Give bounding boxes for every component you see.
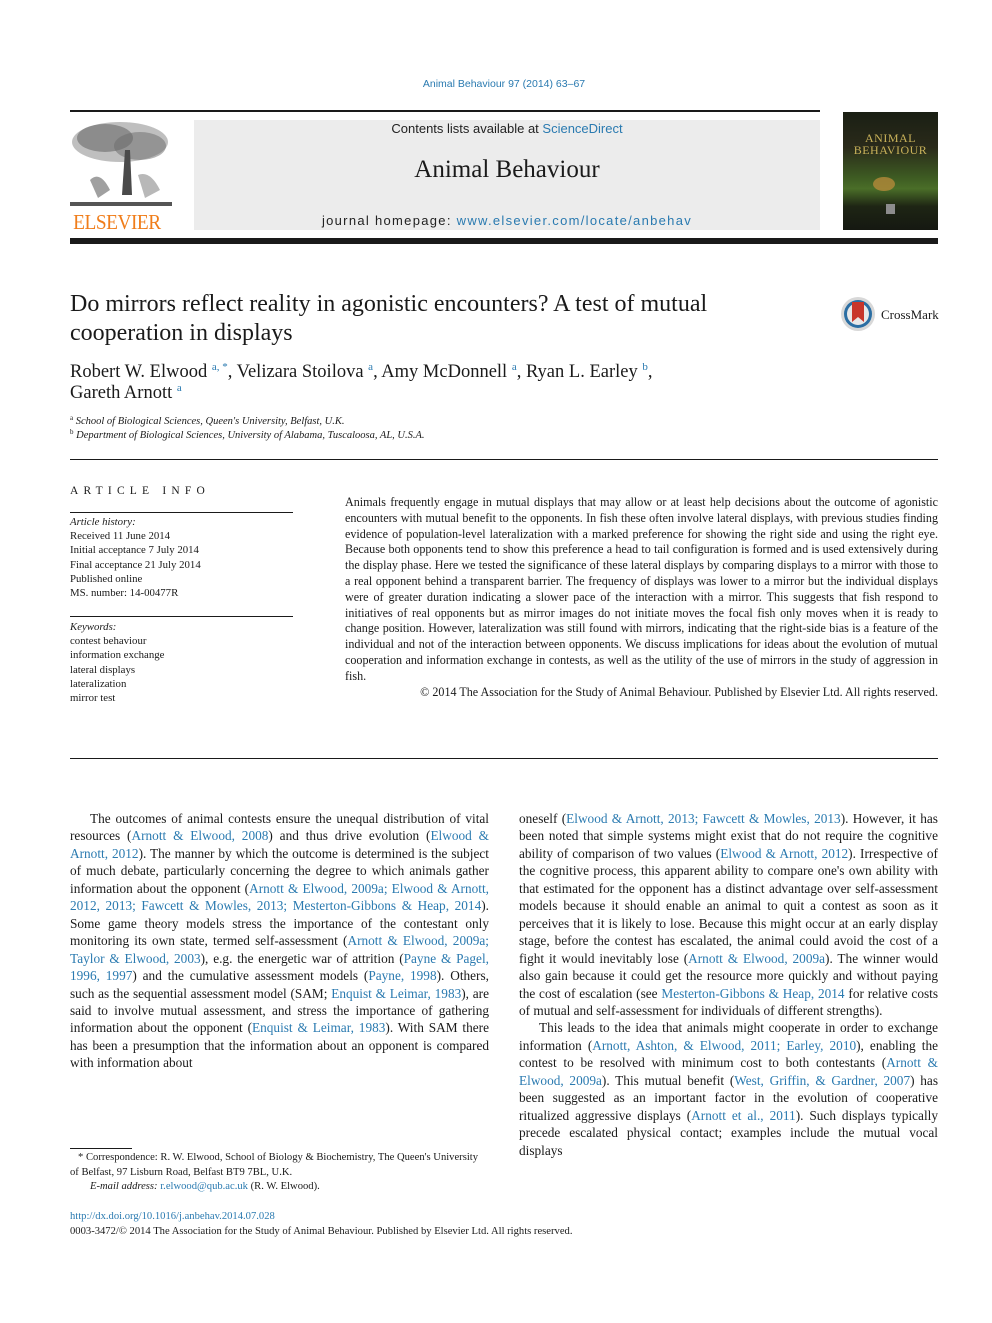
body-column-left: The outcomes of animal contests ensure t… [70, 810, 489, 1072]
crossmark-label: CrossMark [881, 307, 939, 322]
crossmark-button[interactable]: CrossMark [840, 296, 950, 336]
author[interactable]: Robert W. Elwood a, * [70, 361, 228, 383]
journal-citation-link[interactable]: Animal Behaviour 97 (2014) 63–67 [0, 78, 992, 90]
keyword: contest behaviour [70, 635, 147, 648]
keyword: mirror test [70, 692, 116, 705]
keyword: lateral displays [70, 663, 136, 676]
body-paragraph: This leads to the idea that animals migh… [519, 1020, 938, 1158]
body-paragraph: The outcomes of animal contests ensure t… [70, 811, 489, 1071]
citation-link[interactable]: Arnott & Elwood, 2009a; Elwood & Arnott,… [70, 881, 489, 913]
masthead-top-rule [70, 110, 820, 112]
article-title: Do mirrors reflect reality in agonistic … [70, 291, 708, 346]
author-affiliation-marker[interactable]: a [368, 361, 373, 373]
citation-link[interactable]: Arnott, Ashton, & Elwood, 2011; Earley, … [592, 1038, 856, 1053]
affiliation: a School of Biological Sciences, Queen's… [70, 414, 345, 428]
history-item: Published online [70, 572, 143, 585]
footnote-marker: * [78, 1152, 84, 1163]
author-affiliation-marker[interactable]: a [177, 382, 182, 394]
citation-link[interactable]: Arnott et al., 2011 [691, 1108, 796, 1123]
history-item: MS. number: 14-00477R [70, 587, 179, 600]
article-history: Article history: Received 11 June 2014 I… [70, 515, 300, 600]
abstract-text: Animals frequently engage in mutual disp… [345, 495, 938, 683]
journal-homepage: journal homepage: www.elsevier.com/locat… [194, 213, 820, 228]
body-column-right: oneself (Elwood & Arnott, 2013; Fawcett … [519, 810, 938, 1159]
masthead-bottom-rule [70, 238, 938, 244]
author-affiliation-marker[interactable]: a, * [212, 361, 228, 373]
cover-publisher-badge [886, 204, 895, 214]
affiliations: a School of Biological Sciences, Queen's… [70, 415, 770, 443]
citation-link[interactable]: Enquist & Leimar, 1983 [331, 986, 461, 1001]
history-item: Final acceptance 21 July 2014 [70, 558, 201, 571]
elsevier-logo[interactable]: ELSEVIER [70, 120, 172, 234]
section-divider [70, 459, 938, 460]
history-label: Article history: [70, 516, 136, 528]
keyword: lateralization [70, 677, 127, 690]
author[interactable]: Ryan L. Earley b [526, 361, 648, 383]
keyword: information exchange [70, 649, 165, 662]
elsevier-wordmark: ELSEVIER [73, 210, 161, 234]
citation-link[interactable]: Arnott & Elwood, 2008 [132, 828, 269, 843]
footnote-rule [70, 1148, 132, 1149]
elsevier-tree-icon [70, 120, 172, 208]
issn-copyright: 0003-3472/© 2014 The Association for the… [70, 1226, 573, 1237]
abstract: Animals frequently engage in mutual disp… [345, 495, 938, 700]
contents-prefix: Contents lists available at [391, 121, 543, 136]
citation-link[interactable]: West, Griffin, & Gardner, 2007 [734, 1073, 910, 1088]
cover-title: ANIMAL BEHAVIOUR [853, 131, 928, 157]
sciencedirect-link[interactable]: ScienceDirect [542, 121, 622, 136]
contents-availability: Contents lists available at ScienceDirec… [194, 121, 820, 136]
citation-link[interactable]: Arnott & Elwood, 2009a [688, 951, 825, 966]
author[interactable]: Gareth Arnott a [70, 382, 182, 404]
homepage-prefix: journal homepage: [321, 213, 457, 228]
article-info-divider [70, 512, 293, 513]
doi-link[interactable]: http://dx.doi.org/10.1016/j.anbehav.2014… [70, 1211, 275, 1222]
journal-title: Animal Behaviour [414, 156, 600, 183]
keywords-label: Keywords: [70, 621, 117, 633]
journal-homepage-link[interactable]: www.elsevier.com/locate/anbehav [457, 213, 692, 228]
cover-artwork [873, 177, 895, 191]
citation-link[interactable]: Elwood & Arnott, 2012 [720, 846, 848, 861]
citation-link[interactable]: Mesterton-Gibbons & Heap, 2014 [661, 986, 844, 1001]
email-link[interactable]: r.elwood@qub.ac.uk [160, 1181, 248, 1192]
email-owner: (R. W. Elwood). [247, 1181, 320, 1193]
correspondence-footnote: * Correspondence: R. W. Elwood, School o… [70, 1151, 489, 1195]
citation-link[interactable]: Payne, 1998 [368, 968, 436, 983]
citation-link[interactable]: Enquist & Leimar, 1983 [252, 1020, 385, 1035]
citation-link[interactable]: Elwood & Arnott, 2013; Fawcett & Mowles,… [566, 811, 841, 826]
email-label: E-mail address: [90, 1181, 158, 1193]
author-affiliation-marker[interactable]: b [642, 361, 648, 373]
correspondence-text: Correspondence: R. W. Elwood, School of … [70, 1152, 479, 1178]
journal-cover-image[interactable]: ANIMAL BEHAVIOUR [843, 112, 938, 230]
author-list: Robert W. Elwood a, *, Velizara Stoilova… [70, 361, 653, 404]
crossmark-icon [841, 297, 875, 331]
section-divider [70, 758, 938, 759]
article-info-divider [70, 616, 293, 617]
history-item: Received 11 June 2014 [70, 530, 171, 543]
article-info-heading: ARTICLE INFO [70, 485, 210, 497]
author-affiliation-marker[interactable]: a [512, 361, 517, 373]
abstract-copyright: © 2014 The Association for the Study of … [420, 684, 938, 699]
history-item: Initial acceptance 7 July 2014 [70, 544, 199, 557]
author[interactable]: Velizara Stoilova a [237, 361, 373, 383]
keywords: Keywords: contest behaviour information … [70, 620, 300, 705]
affiliation: b Department of Biological Sciences, Uni… [70, 428, 425, 442]
author[interactable]: Amy McDonnell a [381, 361, 517, 383]
body-paragraph: oneself (Elwood & Arnott, 2013; Fawcett … [519, 811, 939, 1018]
